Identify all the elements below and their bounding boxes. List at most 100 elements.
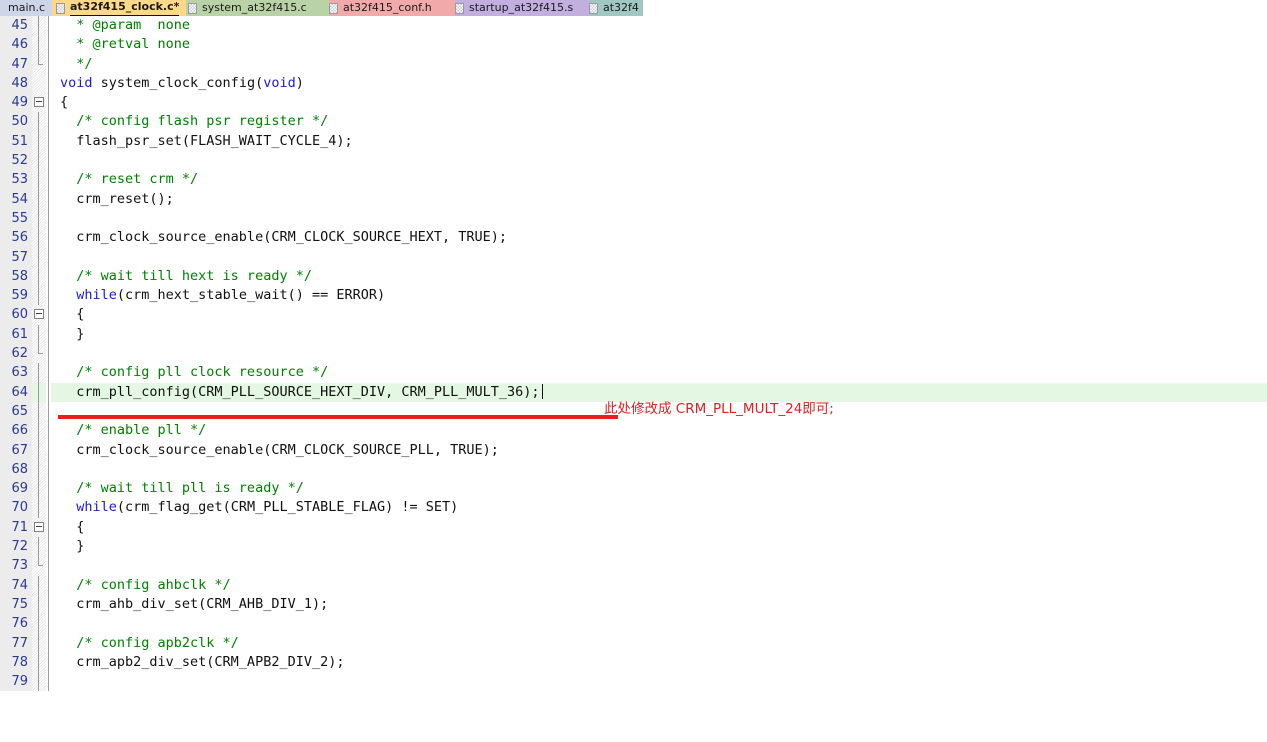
code-line[interactable]: 78 crm_apb2_div_set(CRM_APB2_DIV_2); <box>0 652 1267 673</box>
code-editor-pane[interactable]: 45 * @param none 46 * @retval none 47 */48… <box>0 16 1267 742</box>
code-text[interactable] <box>51 556 1267 575</box>
fold-gutter-cell[interactable] <box>32 614 46 634</box>
fold-gutter-cell[interactable] <box>32 73 46 94</box>
fold-gutter-cell[interactable] <box>32 517 46 538</box>
code-line[interactable]: 66 /* enable pll */ <box>0 421 1267 441</box>
code-text[interactable] <box>51 209 1267 228</box>
fold-gutter-cell[interactable] <box>32 305 46 325</box>
editor-tab-startup-at32f415-s[interactable]: startup_at32f415.s <box>451 0 589 16</box>
code-line[interactable]: 51 flash_psr_set(FLASH_WAIT_CYCLE_4); <box>0 131 1267 152</box>
fold-gutter-cell[interactable] <box>32 208 46 229</box>
code-line[interactable]: 69 /* wait till pll is ready */ <box>0 479 1267 499</box>
code-text[interactable]: while(crm_flag_get(CRM_PLL_STABLE_FLAG) … <box>51 498 1267 517</box>
fold-gutter-cell[interactable] <box>32 401 46 422</box>
code-line[interactable]: 58 /* wait till hext is ready */ <box>0 266 1267 287</box>
fold-gutter-cell[interactable] <box>32 266 46 287</box>
code-line[interactable]: 61 } <box>0 324 1267 345</box>
fold-gutter-cell[interactable] <box>32 93 46 113</box>
code-text[interactable] <box>51 248 1267 267</box>
code-text[interactable]: } <box>51 537 1267 556</box>
code-text[interactable]: */ <box>51 55 1267 74</box>
fold-gutter-cell[interactable] <box>32 247 46 267</box>
code-line[interactable]: 74 /* config ahbclk */ <box>0 575 1267 596</box>
code-line[interactable]: 76 <box>0 614 1267 634</box>
code-text[interactable]: { <box>51 518 1267 537</box>
fold-gutter-cell[interactable] <box>32 382 46 402</box>
fold-gutter-cell[interactable] <box>32 440 46 460</box>
code-text[interactable]: flash_psr_set(FLASH_WAIT_CYCLE_4); <box>51 132 1267 151</box>
code-text[interactable] <box>51 672 1267 691</box>
code-line[interactable]: 72 } <box>0 537 1267 557</box>
code-text[interactable]: void system_clock_config(void) <box>51 74 1267 93</box>
code-text[interactable]: crm_reset(); <box>51 190 1267 209</box>
code-line[interactable]: 57 <box>0 247 1267 268</box>
code-line[interactable]: 70 while(crm_flag_get(CRM_PLL_STABLE_FLA… <box>0 498 1267 519</box>
code-line[interactable]: 48 void system_clock_config(void) <box>0 73 1267 94</box>
fold-gutter-cell[interactable] <box>32 363 46 383</box>
fold-gutter-cell[interactable] <box>32 537 46 557</box>
fold-gutter-cell[interactable] <box>32 228 46 248</box>
editor-tab-at32f415-conf-h[interactable]: at32f415_conf.h <box>325 0 455 16</box>
code-text[interactable]: /* enable pll */ <box>51 421 1267 440</box>
fold-gutter-cell[interactable] <box>32 652 46 673</box>
fold-gutter-cell[interactable] <box>32 35 46 55</box>
fold-gutter-cell[interactable] <box>32 324 46 345</box>
code-line[interactable]: 79 <box>0 672 1267 692</box>
fold-gutter-cell[interactable] <box>32 556 46 576</box>
fold-gutter-cell[interactable] <box>32 16 46 36</box>
code-text[interactable]: { <box>51 93 1267 112</box>
fold-gutter-cell[interactable] <box>32 344 46 364</box>
code-text[interactable]: /* reset crm */ <box>51 170 1267 189</box>
code-line[interactable]: 63 /* config pll clock resource */ <box>0 363 1267 383</box>
code-line[interactable]: 53 /* reset crm */ <box>0 170 1267 190</box>
code-line[interactable]: 54 crm_reset(); <box>0 189 1267 210</box>
code-text[interactable]: /* config pll clock resource */ <box>51 363 1267 382</box>
code-line[interactable]: 55 <box>0 208 1267 229</box>
fold-gutter-cell[interactable] <box>32 633 46 653</box>
fold-collapse-icon[interactable] <box>34 97 44 108</box>
code-text[interactable]: /* config ahbclk */ <box>51 576 1267 595</box>
fold-gutter-cell[interactable] <box>32 54 46 74</box>
code-line[interactable]: 49 { <box>0 93 1267 113</box>
code-line[interactable]: 45 * @param none <box>0 16 1267 36</box>
code-line[interactable]: 77 /* config apb2clk */ <box>0 633 1267 654</box>
code-text[interactable]: /* wait till pll is ready */ <box>51 479 1267 498</box>
code-text[interactable]: crm_clock_source_enable(CRM_CLOCK_SOURCE… <box>51 228 1267 247</box>
code-line[interactable]: 52 <box>0 151 1267 171</box>
code-text[interactable]: } <box>51 325 1267 344</box>
fold-gutter-cell[interactable] <box>32 575 46 595</box>
code-line[interactable]: 47 */ <box>0 54 1267 75</box>
code-line[interactable]: 60 { <box>0 305 1267 326</box>
code-text[interactable]: while(crm_hext_stable_wait() == ERROR) <box>51 286 1267 305</box>
editor-tab-at32f415-clock-c-[interactable]: at32f415_clock.c* <box>52 0 186 16</box>
code-text[interactable]: /* config apb2clk */ <box>51 634 1267 653</box>
fold-gutter-cell[interactable] <box>32 131 46 152</box>
fold-gutter-cell[interactable] <box>32 151 46 171</box>
fold-gutter-cell[interactable] <box>32 286 46 306</box>
code-line[interactable]: 68 <box>0 459 1267 480</box>
code-line[interactable]: 50 /* config flash psr register */ <box>0 112 1267 133</box>
code-text[interactable] <box>51 151 1267 170</box>
fold-collapse-icon[interactable] <box>34 521 44 532</box>
code-text[interactable] <box>51 344 1267 363</box>
code-line[interactable]: 59 while(crm_hext_stable_wait() == ERROR… <box>0 286 1267 306</box>
code-text[interactable] <box>51 460 1267 479</box>
fold-collapse-icon[interactable] <box>34 309 44 320</box>
code-text[interactable]: /* wait till hext is ready */ <box>51 267 1267 286</box>
fold-gutter-cell[interactable] <box>32 459 46 480</box>
editor-tab-system-at32f415-c[interactable]: system_at32f415.c <box>184 0 329 16</box>
fold-gutter-cell[interactable] <box>32 189 46 209</box>
fold-gutter-cell[interactable] <box>32 421 46 441</box>
code-line[interactable]: 46 * @retval none <box>0 35 1267 55</box>
code-text[interactable]: crm_apb2_div_set(CRM_APB2_DIV_2); <box>51 653 1267 672</box>
fold-gutter-cell[interactable] <box>32 479 46 499</box>
code-line[interactable]: 56 crm_clock_source_enable(CRM_CLOCK_SOU… <box>0 228 1267 248</box>
code-text[interactable]: crm_clock_source_enable(CRM_CLOCK_SOURCE… <box>51 441 1267 460</box>
code-line[interactable]: 67 crm_clock_source_enable(CRM_CLOCK_SOU… <box>0 440 1267 461</box>
code-text[interactable]: * @param none <box>51 16 1267 35</box>
code-text[interactable]: * @retval none <box>51 35 1267 54</box>
code-text[interactable]: /* config flash psr register */ <box>51 112 1267 131</box>
fold-gutter-cell[interactable] <box>32 672 46 692</box>
fold-gutter-cell[interactable] <box>32 498 46 518</box>
fold-gutter-cell[interactable] <box>32 112 46 132</box>
